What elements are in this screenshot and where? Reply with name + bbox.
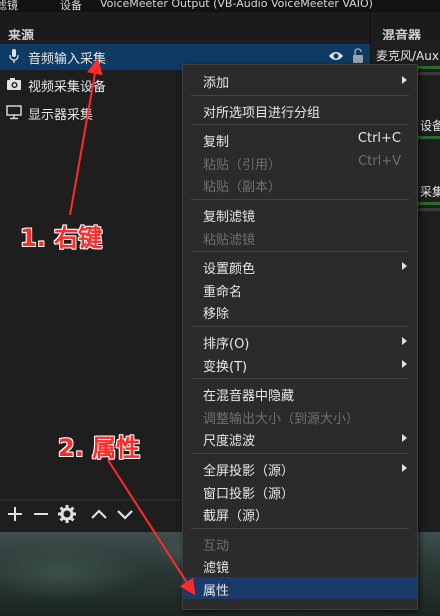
mixer-meter (418, 136, 440, 139)
context-menu: 添加对所选项目进行分组 复制 Ctrl+C 粘贴（引用） Ctrl+V 粘贴（副本） 复制滤… (182, 64, 418, 610)
top-bar: 滤镜 设备 VoiceMeeter Output (VB-Audio Voice… (0, 0, 440, 12)
menu-item-label: 排序(O) (203, 337, 250, 352)
menu-item[interactable]: 变换(T) (183, 353, 417, 375)
mixer-channel-mic: 麦克风/Aux (376, 49, 439, 63)
sources-title: 来源 (8, 29, 35, 40)
submenu-arrow-icon (402, 337, 407, 345)
chevron-down-icon[interactable] (114, 503, 136, 525)
mixer-channel-capture: 采集 (420, 185, 440, 199)
menu-item-label: 滤镜 (203, 561, 230, 577)
gear-icon[interactable] (56, 503, 78, 525)
mixer-title: 混音器 (382, 29, 422, 40)
menu-item-label: 变换(T) (203, 359, 248, 375)
menu-item-label: 粘贴（引用） (203, 157, 282, 173)
mixer-meter (418, 202, 440, 205)
menu-item[interactable]: 排序(O) (183, 330, 417, 352)
menu-item[interactable]: 添加 (183, 69, 417, 91)
menu-item-label: 粘贴滤镜 (203, 232, 256, 248)
annotation-step2: 2. 属性 (58, 434, 141, 462)
submenu-arrow-icon (402, 76, 407, 84)
menu-item[interactable]: 截屏（源） (183, 502, 417, 524)
source-label: 显示器采集 (28, 108, 94, 123)
menu-item[interactable]: 属性 (183, 577, 417, 599)
microphone-icon (9, 49, 19, 63)
menu-separator (191, 453, 409, 454)
add-icon[interactable] (4, 503, 26, 525)
menu-item-label: 复制 (203, 135, 230, 151)
menu-item[interactable]: 窗口投影（源） (183, 480, 417, 502)
menu-item-label: 复制滤镜 (203, 210, 256, 225)
menu-separator (191, 124, 409, 126)
mixer-meter (418, 208, 440, 211)
mixer-meter (418, 72, 440, 75)
menu-item[interactable]: 复制滤镜 (183, 203, 417, 225)
submenu-arrow-icon (402, 359, 407, 368)
menu-item[interactable]: 全屏投影（源） (183, 457, 417, 479)
menu-item[interactable]: 设置颜色 (183, 255, 417, 277)
sources-toolbar (0, 498, 182, 532)
submenu-arrow-icon (402, 464, 407, 472)
mixer-panel-header: 混音器 (370, 12, 440, 40)
audio-device-label: VoiceMeeter Output (VB-Audio VoiceMeeter… (100, 0, 373, 10)
submenu-arrow-icon (402, 262, 407, 271)
menu-item-label: 粘贴（副本） (203, 180, 282, 196)
source-label: 视频采集设备 (28, 80, 107, 95)
menu-item: 调整输出大小（到源大小） (183, 405, 417, 427)
camera-icon (7, 78, 21, 90)
menu-separator (191, 527, 409, 529)
menu-item-label: 在混音器中隐藏 (203, 389, 295, 405)
menu-item[interactable]: 对所选项目进行分组 (183, 99, 417, 121)
sources-panel-header: 来源 (0, 12, 370, 40)
remove-icon[interactable] (30, 503, 52, 525)
menu-item: 互动 (183, 532, 417, 554)
annotation-step1: 1. 右键 (20, 224, 103, 252)
source-label: 音频输入采集 (28, 52, 107, 67)
menu-item-label: 截屏（源） (203, 509, 269, 525)
menu-item[interactable]: 尺度滤波 (183, 427, 417, 449)
menu-item: 粘贴（引用） Ctrl+V (183, 151, 417, 173)
menu-item-label: 添加 (203, 76, 230, 91)
menu-item-label: 设置颜色 (203, 262, 256, 278)
menu-item[interactable]: 移除 (183, 300, 417, 322)
tab-filters[interactable]: 滤镜 (0, 0, 18, 12)
menu-item[interactable]: 滤镜 (183, 554, 417, 576)
menu-item-label: 互动 (203, 538, 230, 554)
mixer-meter (418, 66, 440, 69)
menu-item-label: 调整输出大小（到源大小） (203, 411, 360, 427)
menu-item-label: 移除 (203, 307, 230, 323)
mixer-channel-device: 设备 (420, 119, 440, 133)
menu-separator (191, 251, 409, 253)
menu-item-shortcut: Ctrl+C (357, 131, 401, 147)
visibility-eye-icon[interactable] (328, 50, 344, 62)
monitor-icon (6, 105, 22, 120)
menu-separator (191, 94, 409, 96)
menu-separator (191, 378, 409, 380)
menu-item[interactable]: 在混音器中隐藏 (183, 382, 417, 404)
menu-item[interactable]: 重命名 (183, 278, 417, 300)
menu-separator (191, 199, 409, 200)
chevron-up-icon[interactable] (88, 503, 110, 525)
menu-item: 粘贴（副本） (183, 173, 417, 195)
menu-item-shortcut: Ctrl+V (358, 153, 401, 169)
lock-icon[interactable] (352, 48, 364, 64)
menu-separator (191, 326, 409, 327)
menu-item-label: 重命名 (203, 284, 243, 300)
submenu-arrow-icon (402, 434, 407, 443)
menu-item[interactable]: 复制 Ctrl+C (183, 128, 417, 150)
menu-item: 粘贴滤镜 (183, 226, 417, 248)
menu-item-label: 窗口投影（源） (203, 486, 295, 502)
menu-item-label: 属性 (203, 584, 230, 599)
menu-item-label: 尺度滤波 (203, 434, 256, 450)
tab-devices[interactable]: 设备 (60, 0, 82, 12)
menu-item-label: 全屏投影（源） (203, 464, 295, 479)
menu-item-label: 对所选项目进行分组 (203, 105, 321, 121)
